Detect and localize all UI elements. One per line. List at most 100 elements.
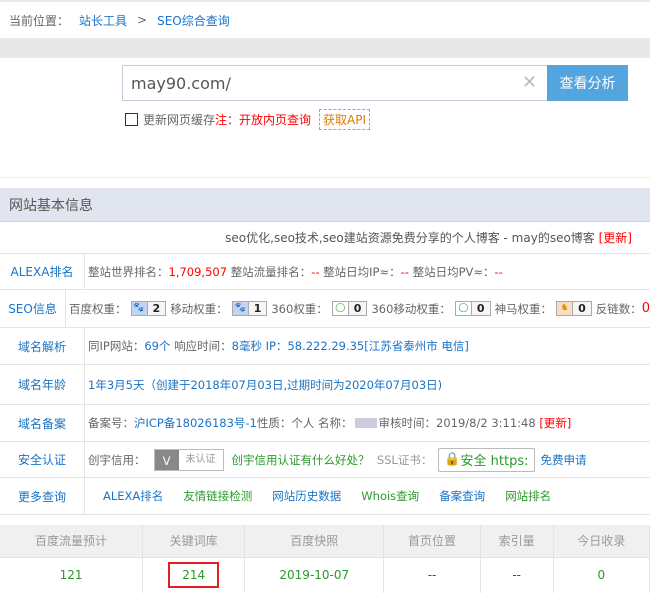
backlinks-label: 反链数： [595,301,642,316]
link-icp[interactable]: 备案查询 [439,488,485,504]
baidu-paw-icon: 🐾 [131,302,147,315]
shenma-icon: ♞ [557,302,573,315]
stats-table: 百度流量预计 关键词库 百度快照 首页位置 索引量 今日收录 121 214 2… [0,525,650,593]
row-security: 安全认证 创宇信用： V 未认证 创宇信用认证有什么好处？ SSL证书： 🔒 安全 htt… [0,442,650,478]
label-more: 更多查询 [0,478,85,514]
update-icp-link[interactable]: [更新] [539,415,571,431]
same-ip-link[interactable]: 69个 [144,338,170,354]
response-label: 响应时间： [174,339,232,353]
flow-rank: -- [311,264,320,279]
label-alexa[interactable]: ALEXA排名 [0,254,85,289]
credit-label: 创宇信用： [88,452,146,467]
note-link[interactable]: 注：开放内页查询 [215,111,311,128]
header-index: 索引量 [480,525,554,557]
breadcrumb-tools[interactable]: 站长工具 [79,12,127,29]
row-icp: 域名备案 备案号： 沪ICP备18026183号-1 性质： 个人 名称： 审核时间： 2… [0,405,650,442]
backlinks[interactable]: 0 [642,301,650,316]
breadcrumb-seo[interactable]: SEO综合查询 [157,12,230,29]
header-traffic: 百度流量预计 [0,525,144,557]
audit-time: 2019/8/2 3:11:48 [436,416,536,430]
audit-time-label: 审核时间： [378,416,437,430]
site-title-row: seo优化,seo技术,seo建站资源免费分享的个人博客 - may的seo博客… [0,222,650,254]
nature-label: 性质： [256,416,292,430]
360-icon: ◯ [332,302,348,315]
clear-icon[interactable]: ✕ [522,72,537,93]
label-age[interactable]: 域名年龄 [0,365,85,404]
ssl-label: SSL证书： [376,452,433,467]
lock-icon: 🔒 [444,452,461,467]
link-whois[interactable]: Whois查询 [361,488,419,504]
keywords-value[interactable]: 214 [168,562,220,589]
site-title: seo优化,seo技术,seo建站资源免费分享的个人博客 - may的seo博客 [225,231,595,245]
daily-ip-label: 整站日均IP≈： [323,264,401,279]
shenma-weight-badge[interactable]: ♞ 0 [556,301,592,316]
label-security[interactable]: 安全认证 [0,442,85,477]
header-today: 今日收录 [553,525,650,557]
breadcrumb-prefix: 当前位置： [9,13,70,28]
baidu-weight-label: 百度权重： [69,301,127,316]
today-value[interactable]: 0 [553,556,650,593]
baidu-paw-icon: 🐾 [232,302,248,315]
credit-info-link[interactable]: 创宇信用认证有什么好处？ [232,452,370,468]
mobile-weight-badge[interactable]: 🐾 1 [231,301,268,316]
360-icon: ◯ [455,302,471,315]
360-mobile-weight-label: 360移动权重： [371,301,451,316]
free-apply-link[interactable]: 免费申请 [541,452,587,468]
header-snapshot: 百度快照 [244,525,385,557]
daily-pv-label: 整站日均PV≈： [412,264,495,279]
360-weight-label: 360权重： [271,301,328,316]
refresh-cache-checkbox[interactable] [125,113,138,126]
daily-ip: -- [400,264,409,279]
ssl-status: 安全 https: [460,454,529,469]
response-time: 8毫秒 [231,339,262,353]
360-mobile-weight: 0 [470,302,490,315]
link-site-rank[interactable]: 网站排名 [505,488,551,504]
url-input[interactable]: may90.com/ ✕ [122,65,548,101]
credit-badge[interactable]: V 未认证 [153,448,224,471]
url-value: may90.com/ [131,73,231,93]
get-api-button[interactable]: 获取API [319,109,371,130]
analyze-button[interactable]: 查看分析 [547,65,628,101]
header-keywords: 关键词库 [142,525,246,557]
row-alexa: ALEXA排名 整站世界排名： 1,709,507 整站流量排名： -- 整站日均I… [0,254,650,290]
nature: 个人 [291,416,315,430]
row-seo: SEO信息 百度权重： 🐾 2 移动权重： 🐾 1 360权重： ◯ 0 360移动权重： ◯… [0,290,650,328]
link-alexa[interactable]: ALEXA排名 [103,488,163,504]
search-area: may90.com/ ✕ 查看分析 更新网页缓存 注：开放内页查询 获取API [0,58,650,178]
v-icon: V [154,449,179,470]
section-title: 网站基本信息 [0,188,650,222]
label-icp[interactable]: 域名备案 [0,405,85,441]
daily-pv: -- [494,264,503,279]
breadcrumb: 当前位置： 站长工具 > SEO综合查询 [0,2,650,38]
row-dns: 域名解析 同IP网站： 69个 响应时间： 8毫秒 IP： 58.222.29.35[… [0,328,650,365]
360-mobile-weight-badge[interactable]: ◯ 0 [454,301,491,316]
mobile-weight: 1 [247,302,267,315]
shenma-weight: 0 [572,302,591,315]
label-seo[interactable]: SEO信息 [0,290,67,327]
mobile-weight-label: 移动权重： [170,301,228,316]
divider [0,38,650,58]
ip-link[interactable]: 58.222.29.35[江苏省泰州市 电信] [287,338,468,354]
flow-rank-label: 整站流量排名： [230,264,312,279]
snapshot-value[interactable]: 2019-10-07 [244,556,385,593]
breadcrumb-sep: > [137,13,148,27]
world-rank-label: 整站世界排名： [88,264,169,279]
link-history[interactable]: 网站历史数据 [272,488,341,504]
360-weight: 0 [347,302,367,315]
domain-age: 1年3月5天（创建于2018年07月03日,过期时间为2020年07月03日) [88,377,443,392]
360-weight-badge[interactable]: ◯ 0 [331,301,368,316]
ssl-badge[interactable]: 🔒 安全 https: [438,447,535,472]
same-ip-label: 同IP网站： [88,339,145,353]
icp-no-link[interactable]: 沪ICP备18026183号-1 [134,415,257,431]
index-value: -- [480,556,554,593]
link-friend-links[interactable]: 友情链接检测 [183,488,252,504]
traffic-value[interactable]: 121 [0,556,144,593]
update-title-link[interactable]: [更新] [599,229,632,246]
blurred-name [354,418,377,428]
baidu-weight: 2 [146,302,166,315]
row-age: 域名年龄 1年3月5天（创建于2018年07月03日,过期时间为2020年07月… [0,365,650,405]
label-dns[interactable]: 域名解析 [0,328,85,364]
baidu-weight-badge[interactable]: 🐾 2 [130,301,167,316]
icp-no-label: 备案号： [88,416,134,430]
shenma-weight-label: 神马权重： [494,301,553,316]
